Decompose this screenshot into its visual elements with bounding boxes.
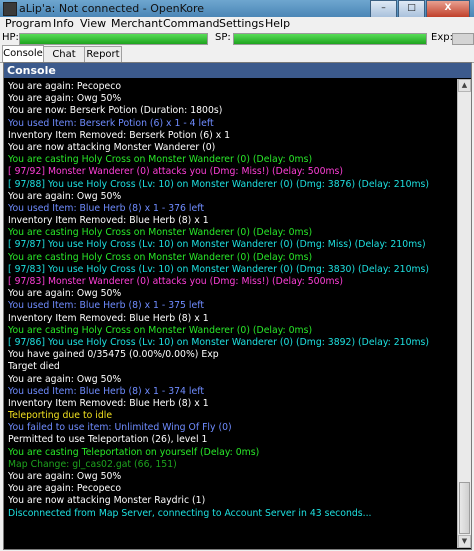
log-line: Disconnected from Map Server, connecting…	[8, 507, 372, 519]
console-title: Console	[4, 63, 471, 78]
console-log: You are again: Pecopeco You are again: Ow…	[8, 81, 456, 547]
hp-gauge	[19, 33, 208, 45]
log-line: [ 97/88] You use Holy Cross (Lv: 10) on …	[8, 178, 430, 190]
log-line: You are again: Pecopeco	[8, 81, 122, 92]
hp-label: HP:	[2, 32, 19, 43]
sp-fill	[234, 34, 426, 44]
title-bar: aLip'a: Not connected - OpenKore – □ X	[0, 0, 474, 18]
log-line: Permitted to use Teleportation (26), lev…	[8, 434, 208, 446]
scroll-thumb[interactable]	[459, 482, 470, 534]
menu-settings[interactable]: Settings	[219, 17, 264, 31]
log-line: [ 97/92] Monster Wanderer (0) attacks yo…	[8, 166, 344, 178]
log-line: You used Item: Blue Herb (8) x 1 - 374 l…	[8, 385, 204, 397]
log-line: You used Item: Blue Herb (8) x 1 - 376 l…	[8, 202, 204, 214]
window-title: aLip'a: Not connected - OpenKore	[19, 2, 205, 15]
log-line: Inventory Item Removed: Berserk Potion (…	[8, 129, 231, 141]
menu-bar: Program Info View Merchant Command Setti…	[0, 17, 474, 31]
close-button[interactable]: X	[426, 0, 470, 18]
log-line: You are casting Holy Cross on Monster Wa…	[8, 324, 313, 336]
hp-fill	[20, 34, 207, 44]
app-icon	[3, 2, 17, 16]
log-line: You are casting Holy Cross on Monster Wa…	[8, 251, 313, 263]
log-line: Inventory Item Removed: Blue Herb (8) x …	[8, 312, 209, 324]
sp-label: SP:	[215, 32, 231, 43]
log-line: [ 97/86] You use Holy Cross (Lv: 10) on …	[8, 336, 430, 348]
minimize-button[interactable]: –	[370, 0, 397, 18]
tab-bar: Console Chat Log Report	[0, 45, 474, 75]
log-line: You used Item: Blue Herb (8) x 1 - 375 l…	[8, 300, 204, 312]
log-line: Inventory Item Removed: Blue Herb (8) x …	[8, 397, 209, 409]
console-scrollbar[interactable]: ▲ ▼	[457, 79, 471, 548]
log-line: Target died	[8, 361, 60, 373]
sp-gauge	[233, 33, 427, 45]
log-line: [ 97/83] You use Holy Cross (Lv: 10) on …	[8, 263, 430, 275]
scroll-up-icon[interactable]: ▲	[458, 79, 471, 92]
tab-report[interactable]: Report	[84, 46, 122, 62]
log-line: Map Change: gl_cas02.gat (66, 151)	[8, 458, 177, 470]
log-line: Inventory Item Removed: Blue Herb (8) x …	[8, 215, 209, 227]
menu-command[interactable]: Command	[163, 17, 220, 31]
log-line: You are again: Owg 50%	[8, 373, 122, 385]
status-bar: HP: SP: Exp:	[0, 31, 474, 45]
log-line: You are casting Holy Cross on Monster Wa…	[8, 227, 313, 239]
log-line: [ 97/87] You use Holy Cross (Lv: 10) on …	[8, 239, 426, 251]
window-controls: – □ X	[369, 0, 470, 18]
menu-merchant[interactable]: Merchant	[111, 17, 163, 31]
log-line: You are again: Pecopeco	[8, 483, 122, 495]
log-line: You used Item: Berserk Potion (6) x 1 - …	[8, 117, 214, 129]
log-line: You are now attacking Monster Raydric (1…	[8, 495, 206, 507]
log-line: You are again: Owg 50%	[8, 288, 122, 300]
console-panel: Console You are again: Pecopeco You are a…	[3, 62, 472, 550]
log-line: [ 97/83] Monster Wanderer (0) attacks yo…	[8, 276, 344, 287]
scroll-down-icon[interactable]: ▼	[458, 535, 471, 548]
log-line: You are again: Owg 50%	[8, 93, 122, 105]
tab-chat-log[interactable]: Chat Log	[43, 46, 85, 75]
tab-console[interactable]: Console	[2, 45, 44, 63]
menu-view[interactable]: View	[80, 17, 106, 31]
log-line: You are again: Owg 50%	[8, 190, 122, 202]
log-line: You are now: Berserk Potion (Duration: 1…	[8, 105, 223, 117]
log-line: You are casting Teleportation on yoursel…	[8, 446, 260, 458]
log-line: You are casting Holy Cross on Monster Wa…	[8, 154, 313, 166]
log-line: Teleporting due to idle	[8, 410, 113, 422]
menu-info[interactable]: Info	[53, 17, 74, 31]
exp-label: Exp:	[431, 32, 453, 43]
log-line: You have gained 0/35475 (0.00%/0.00%) Ex…	[8, 349, 219, 361]
log-line: You are again: Owg 50%	[8, 471, 122, 482]
menu-help[interactable]: Help	[265, 17, 290, 31]
menu-program[interactable]: Program	[5, 17, 51, 31]
log-line: You failed to use item: Unlimited Wing O…	[8, 422, 232, 434]
maximize-button[interactable]: □	[398, 0, 425, 18]
exp-gauge	[452, 33, 474, 45]
log-line: You are now attacking Monster Wanderer (…	[8, 141, 216, 153]
